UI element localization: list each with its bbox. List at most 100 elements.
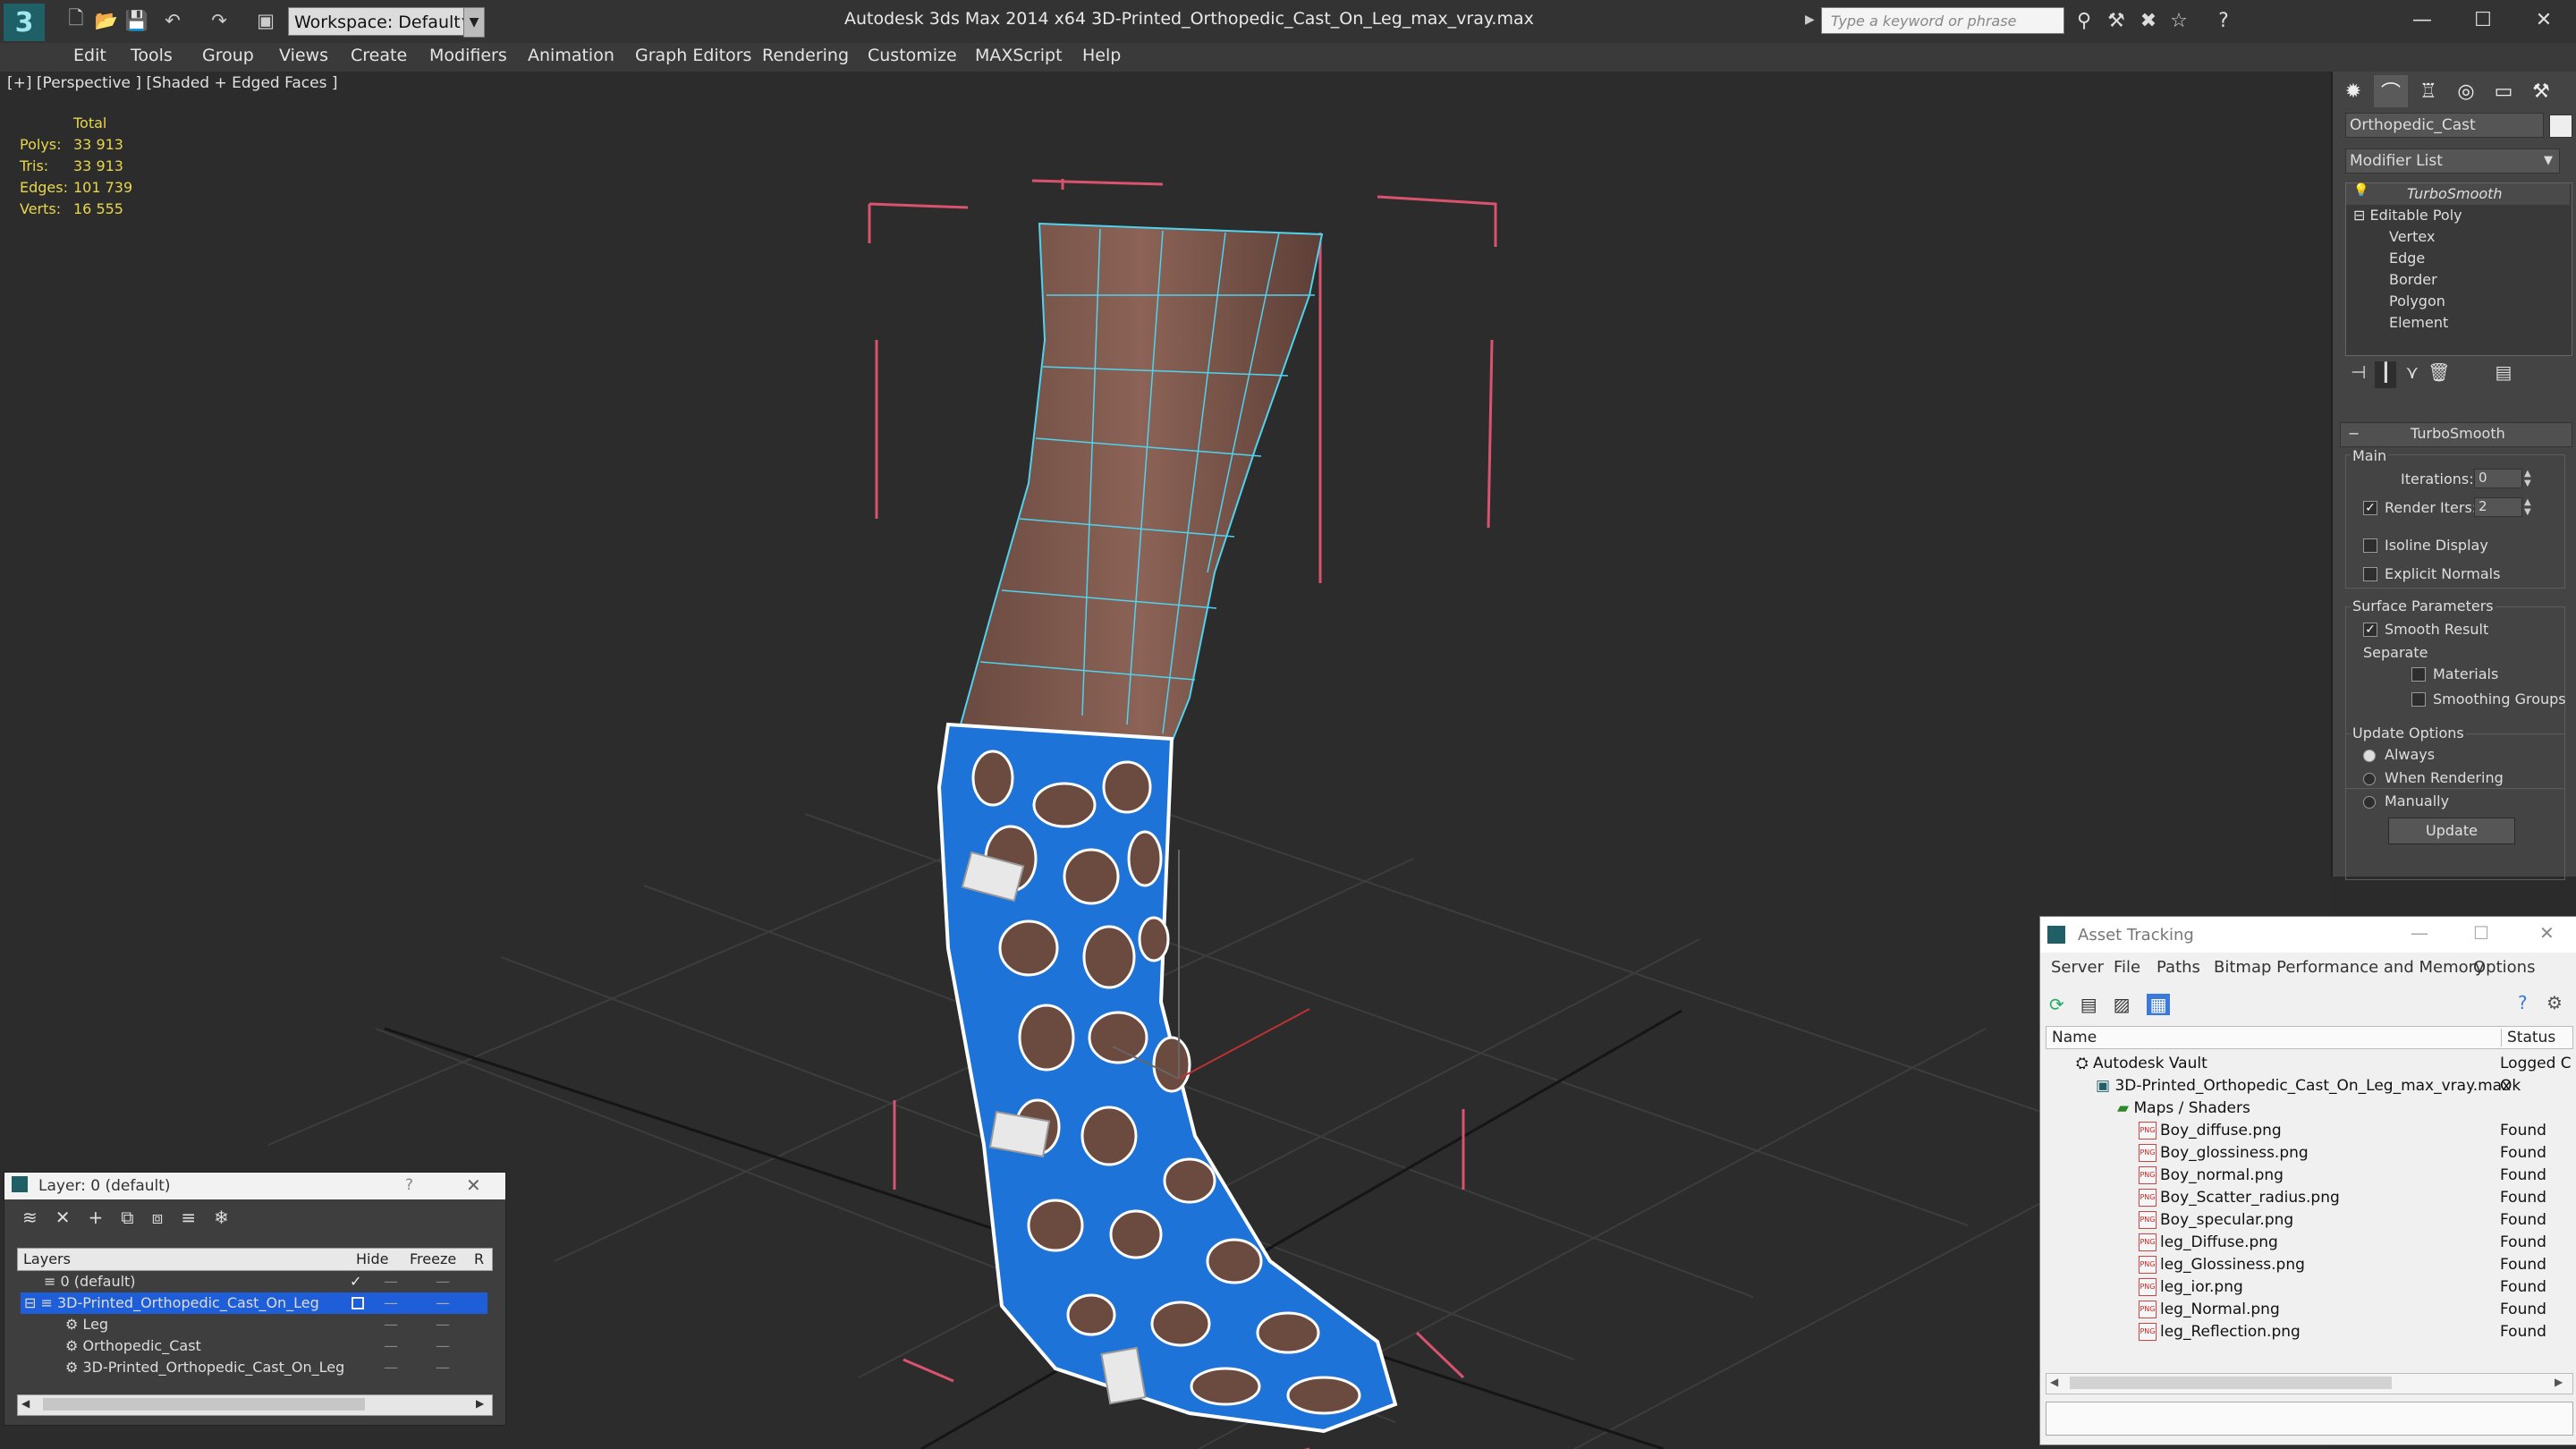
close-button[interactable]: ✕ [2512,0,2576,39]
turbosmooth-rollout-header[interactable]: − TurboSmooth [2340,422,2572,447]
asset-row-scene-file[interactable]: ▣ 3D-Printed_Orthopedic_Cast_On_Leg_max_… [2046,1075,2573,1097]
col-status[interactable]: Status [2501,1029,2555,1046]
hide-all-icon[interactable]: ≡ [181,1207,196,1233]
viewport-label-menu[interactable]: [+] [Perspective ] [Shaded + Edged Faces… [7,74,337,92]
menu-tools[interactable]: Tools [131,46,173,65]
stack-item-turbosmooth[interactable]: 💡 TurboSmooth [2346,183,2570,205]
menu-group[interactable]: Group [202,46,254,65]
delete-layer-icon[interactable]: ✕ [55,1207,71,1233]
stack-item-edge[interactable]: Edge [2389,250,2425,267]
freeze-toggle[interactable]: — [436,1314,450,1335]
freeze-toggle[interactable]: — [436,1271,450,1292]
asset-row-map[interactable]: PNG Boy_diffuse.png Found [2046,1120,2573,1142]
hide-toggle[interactable]: — [384,1292,398,1314]
asset-row-map[interactable]: PNG leg_Glossiness.png Found [2046,1254,2573,1276]
layer-object-row[interactable]: ⚙ 3D-Printed_Orthopedic_Cast_On_Leg — — [21,1357,487,1378]
scroll-left-icon[interactable]: ◀ [2050,1376,2058,1388]
col-hide[interactable]: Hide [356,1250,388,1267]
menu-views[interactable]: Views [279,46,328,65]
materials-checkbox[interactable] [2411,667,2426,682]
highlight-layer-icon[interactable]: ⧈ [152,1207,164,1233]
menu-paths[interactable]: Paths [2157,958,2200,977]
asset-row-map[interactable]: PNG leg_Reflection.png Found [2046,1321,2573,1343]
object-color-swatch[interactable] [2549,114,2572,138]
remove-modifier-icon[interactable]: 🗑 [2428,361,2450,388]
refresh-icon[interactable]: ⟳ [2049,994,2064,1015]
asset-row-map[interactable]: PNG Boy_normal.png Found [2046,1165,2573,1187]
help-icon[interactable]: ? [2209,7,2238,34]
modify-tab-icon[interactable]: ⌒ [2374,75,2408,107]
settings-icon[interactable]: ⚙ [2546,992,2563,1013]
list-view-icon[interactable]: ▤ [2080,994,2097,1015]
freeze-toggle[interactable]: — [436,1357,450,1378]
display-tab-icon[interactable]: ▭ [2487,75,2521,107]
utilities-tab-icon[interactable]: ⚒ [2524,75,2558,107]
workspace-dropdown-button[interactable]: ▼ [463,7,485,38]
menu-file[interactable]: File [2114,958,2140,977]
scroll-right-icon[interactable]: ▶ [476,1397,484,1410]
asset-row-map[interactable]: PNG leg_Normal.png Found [2046,1299,2573,1321]
menu-create[interactable]: Create [351,46,407,65]
close-icon[interactable]: ✕ [466,1174,481,1196]
update-button[interactable]: Update [2388,818,2515,844]
table-view-icon[interactable]: ▦ [2146,994,2171,1015]
menu-modifiers[interactable]: Modifiers [429,46,507,65]
binoculars-icon[interactable]: ⚲ [2070,7,2098,34]
asset-path-field[interactable] [2046,1402,2573,1436]
scroll-right-icon[interactable]: ▶ [2555,1376,2563,1388]
horizontal-scrollbar[interactable]: ◀ ▶ [17,1394,493,1416]
expand-arrow-icon[interactable]: ▶ [1805,13,1815,30]
hide-toggle[interactable]: — [384,1314,398,1335]
thumbnail-view-icon[interactable]: ▨ [2114,994,2131,1015]
menu-help[interactable]: Help [1082,46,1121,65]
show-end-result-icon[interactable]: ┃ [2375,361,2397,388]
create-layer-icon[interactable]: ≋ [22,1207,38,1233]
modifier-list-select[interactable]: Modifier List [2345,148,2560,174]
object-name-field[interactable]: Orthopedic_Cast [2345,113,2544,138]
menu-options[interactable]: Options [2473,958,2535,977]
pin-stack-icon[interactable]: ⊣ [2351,361,2366,388]
favorites-star-icon[interactable]: ☆ [2165,7,2193,34]
freeze-toggle[interactable]: — [436,1335,450,1357]
subscription-icon[interactable]: ⚒ [2102,7,2131,34]
scroll-left-icon[interactable]: ◀ [21,1397,30,1410]
make-unique-icon[interactable]: ⋎ [2405,361,2419,388]
layer-row-selected[interactable]: ⊟ ≡ 3D-Printed_Orthopedic_Cast_On_Leg — … [21,1292,487,1314]
stack-item-polygon[interactable]: Polygon [2389,292,2445,309]
save-icon[interactable]: 💾 [123,7,150,34]
new-icon[interactable]: 🗋 [63,7,89,34]
iterations-input[interactable]: 0 [2474,469,2522,488]
manually-radio[interactable] [2363,796,2376,809]
menu-graph-editors[interactable]: Graph Editors [635,46,751,65]
menu-rendering[interactable]: Rendering [762,46,849,65]
communication-icon[interactable]: ✖ [2134,7,2163,34]
configure-modifier-sets-icon[interactable]: ▤ [2496,361,2512,388]
workspace-select[interactable]: Workspace: Default ▼ [288,7,478,36]
render-iters-checkbox[interactable]: ✓ [2363,501,2377,515]
motion-tab-icon[interactable]: ◎ [2449,75,2483,107]
asset-row-map[interactable]: PNG leg_ior.png Found [2046,1276,2573,1299]
scroll-thumb[interactable] [43,1398,365,1411]
col-freeze[interactable]: Freeze [410,1250,456,1267]
scroll-thumb[interactable] [2070,1377,2392,1389]
hide-toggle[interactable]: — [384,1357,398,1378]
help-icon[interactable]: ? [2518,992,2528,1013]
create-tab-icon[interactable]: ✹ [2336,75,2370,107]
layer-row[interactable]: ≡ 0 (default) ✓ — — [21,1271,487,1292]
explicit-normals-checkbox[interactable] [2363,567,2377,581]
isoline-display-checkbox[interactable] [2363,538,2377,553]
checkmark-icon[interactable]: ✓ [350,1271,361,1292]
open-icon[interactable]: 📂 [93,7,120,34]
active-layer-toggle[interactable] [352,1297,364,1309]
project-icon[interactable]: ▣ [252,7,279,34]
redo-icon[interactable]: ↷ [206,7,233,34]
render-iters-spinner[interactable]: ▲ ▼ [2524,497,2531,517]
menu-edit[interactable]: Edit [73,46,106,65]
stack-item-vertex[interactable]: Vertex [2389,228,2435,245]
menu-animation[interactable]: Animation [528,46,614,65]
stack-item-editable-poly[interactable]: ⊟ Editable Poly [2353,207,2462,224]
col-layers[interactable]: Layers [23,1250,71,1267]
collapse-icon[interactable]: ⊟ [2353,207,2365,224]
menu-maxscript[interactable]: MAXScript [975,46,1063,65]
layer-object-row[interactable]: ⚙ Orthopedic_Cast — — [21,1335,487,1357]
